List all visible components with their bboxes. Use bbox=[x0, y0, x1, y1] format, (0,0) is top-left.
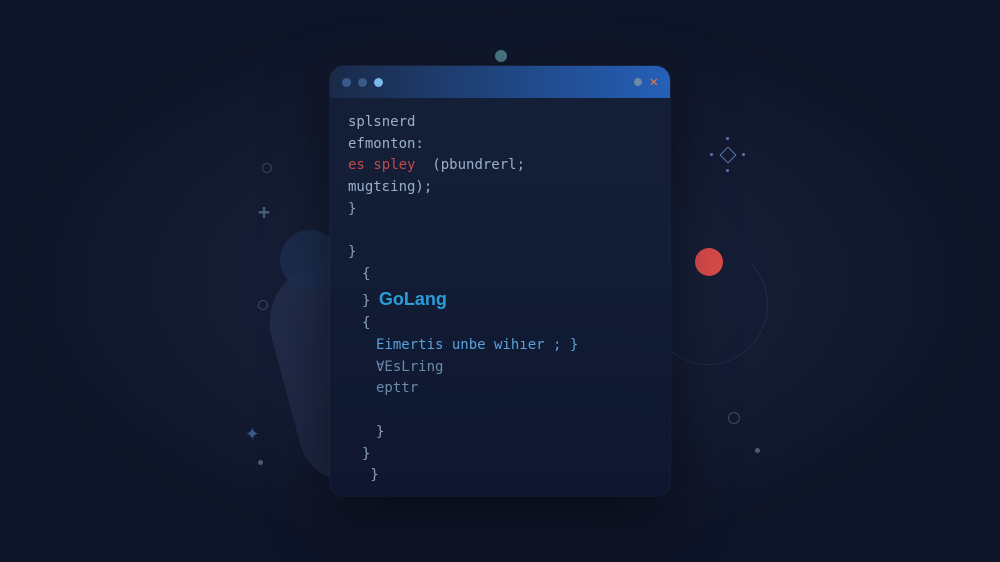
close-icon[interactable]: ✕ bbox=[650, 74, 658, 90]
code-line: Eimertis unbe wihıer ; } bbox=[348, 335, 652, 357]
code-line: } GoLang bbox=[348, 286, 652, 314]
diamond-decoration bbox=[708, 135, 748, 175]
code-brace: { bbox=[348, 313, 652, 335]
code-blank bbox=[348, 220, 652, 242]
bg-dot-red bbox=[695, 248, 723, 276]
code-line: splsnerd bbox=[348, 112, 652, 134]
sparkle-icon: ✦ bbox=[245, 418, 259, 446]
code-brace: } bbox=[348, 465, 652, 487]
code-area[interactable]: splsnerd efmonton: es spley (pbundrerl; … bbox=[330, 98, 670, 496]
bg-dot-top bbox=[495, 50, 507, 62]
traffic-lights bbox=[342, 78, 383, 87]
code-blank bbox=[348, 400, 652, 422]
traffic-dot[interactable] bbox=[342, 78, 351, 87]
code-keyword: es spley bbox=[348, 157, 415, 173]
bg-circle-outline bbox=[728, 412, 740, 424]
code-line: mugtɛing); bbox=[348, 177, 652, 199]
code-brace: { bbox=[362, 266, 370, 282]
bg-circle-outline bbox=[258, 300, 268, 310]
code-line: efmonton: bbox=[348, 134, 652, 156]
code-brace: } bbox=[348, 444, 652, 466]
window-controls: ✕ bbox=[634, 74, 658, 90]
editor-window: ✕ splsnerd efmonton: es spley (pbundrerl… bbox=[330, 66, 670, 496]
code-line: epttr bbox=[348, 378, 652, 400]
golang-label: GoLang bbox=[379, 289, 447, 309]
code-line: { bbox=[348, 264, 652, 286]
plus-icon: + bbox=[258, 200, 270, 224]
code-brace: } bbox=[348, 422, 652, 444]
code-brace: } bbox=[348, 199, 652, 221]
minimize-icon[interactable] bbox=[634, 78, 642, 86]
code-brace: } bbox=[362, 293, 370, 309]
code-line: es spley (pbundrerl; bbox=[348, 155, 652, 177]
title-bar: ✕ bbox=[330, 66, 670, 98]
bg-dot bbox=[258, 460, 263, 465]
bg-dot bbox=[755, 448, 760, 453]
traffic-dot[interactable] bbox=[374, 78, 383, 87]
traffic-dot[interactable] bbox=[358, 78, 367, 87]
code-brace: } bbox=[348, 242, 652, 264]
code-line: ∀EsLring bbox=[348, 357, 652, 379]
bg-circle-outline bbox=[262, 163, 272, 173]
